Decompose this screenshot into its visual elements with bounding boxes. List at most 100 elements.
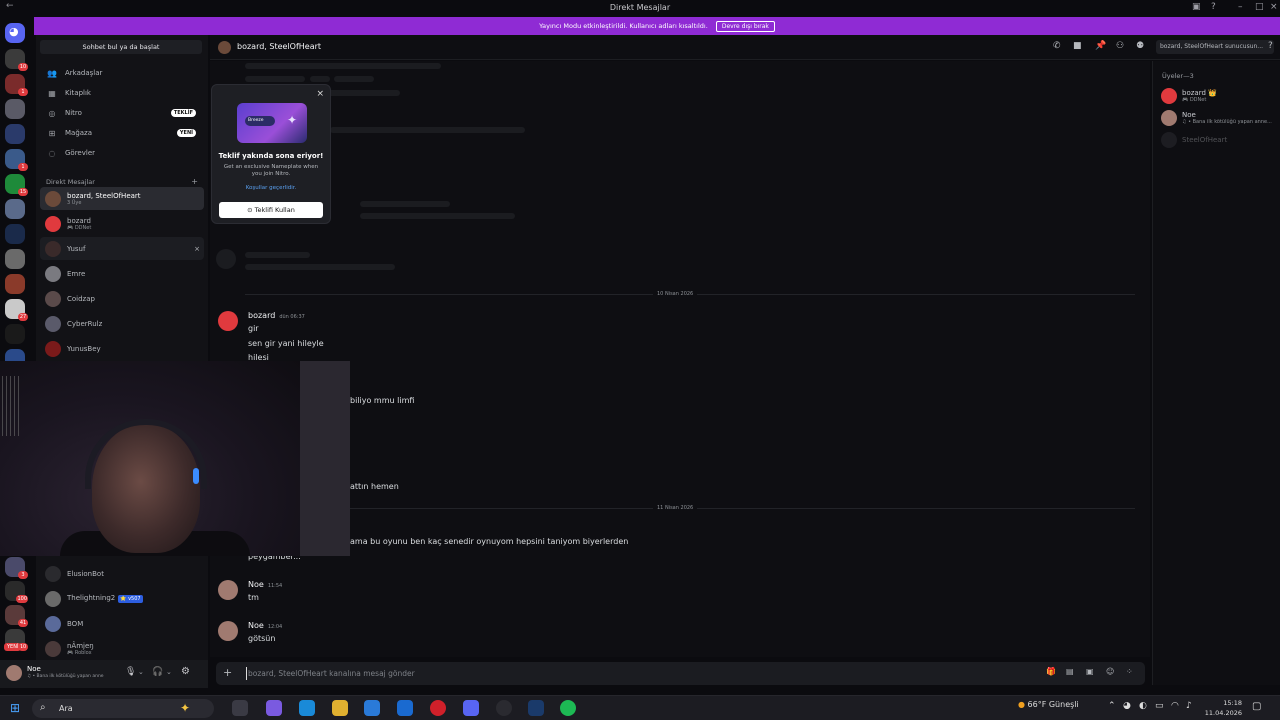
pinned-messages-icon[interactable]: 📌 xyxy=(1095,41,1106,51)
nav-item-3[interactable]: ⊞ Mağaza YENİ xyxy=(40,124,202,142)
emoji-icon[interactable]: ☺ xyxy=(1106,667,1114,676)
minimize-icon[interactable]: – xyxy=(1238,2,1243,12)
dm-item[interactable]: nÂmjeŋ 🎮 Roblox xyxy=(40,637,204,660)
terms-link[interactable]: Koşullar geçerlidir. xyxy=(212,185,330,191)
windows-start-icon[interactable]: ⊞ xyxy=(10,701,20,715)
voice-call-icon[interactable]: ✆ xyxy=(1053,41,1061,51)
tray-app-icon[interactable]: ◐ xyxy=(1139,701,1147,711)
add-friends-icon[interactable]: ⚇ xyxy=(1116,41,1124,51)
dm-item-subtitle: 🎮 DDNet xyxy=(67,224,92,231)
close-popup-icon[interactable]: × xyxy=(316,89,324,99)
dm-item[interactable]: YunusBey xyxy=(40,337,204,360)
server-icon[interactable] xyxy=(5,224,25,244)
taskbar-search[interactable]: ⌕ Ara ✦ xyxy=(32,699,214,718)
loading-skeleton xyxy=(245,76,305,82)
mail-icon[interactable] xyxy=(397,700,413,716)
help-icon[interactable]: ? xyxy=(1268,41,1273,51)
video-call-icon[interactable]: ■ xyxy=(1073,41,1082,51)
dm-item[interactable]: BOM xyxy=(40,612,204,635)
tray-wifi-icon[interactable]: ◠ xyxy=(1171,701,1179,711)
file-explorer-icon[interactable] xyxy=(332,700,348,716)
close-dm-icon[interactable]: × xyxy=(194,245,200,253)
member-item[interactable]: bozard 👑 🎮 DDNet xyxy=(1161,87,1217,105)
find-conversation-button[interactable]: Sohbet bul ya da başlat xyxy=(40,40,202,54)
server-icon[interactable]: 1 xyxy=(5,74,28,96)
server-icon[interactable] xyxy=(5,324,25,344)
apps-icon[interactable]: ⁘ xyxy=(1126,667,1133,676)
obs-icon[interactable] xyxy=(496,700,512,716)
inbox-icon[interactable]: ▣ xyxy=(1192,2,1201,12)
opera-icon[interactable] xyxy=(430,700,446,716)
message-author[interactable]: Noe xyxy=(248,580,264,589)
server-icon[interactable]: 10 xyxy=(5,49,28,71)
create-dm-icon[interactable]: + xyxy=(191,177,198,186)
server-icon[interactable]: 100 xyxy=(5,581,28,603)
gif-icon[interactable]: ▤ xyxy=(1066,667,1074,676)
server-icon[interactable] xyxy=(5,274,25,294)
headphones-chevron-icon[interactable]: ⌄ xyxy=(166,668,172,676)
nav-item-2[interactable]: ◎ Nitro TEKLİF xyxy=(40,104,202,122)
member-list-icon[interactable]: ⚉ xyxy=(1136,41,1144,51)
message-timestamp: 11:54 xyxy=(267,583,283,589)
message-avatar[interactable] xyxy=(218,311,238,331)
user-avatar[interactable] xyxy=(6,665,22,681)
notifications-icon[interactable]: ▢ xyxy=(1252,701,1261,712)
server-icon[interactable]: 1 xyxy=(5,149,28,171)
server-icon[interactable] xyxy=(5,124,25,144)
dm-item[interactable]: Emre xyxy=(40,262,204,285)
close-window-icon[interactable]: × xyxy=(1270,2,1278,12)
task-view-icon[interactable] xyxy=(232,700,248,716)
taskbar-clock[interactable]: 15:18 11.04.2026 xyxy=(1200,698,1242,718)
settings-gear-icon[interactable]: ⚙ xyxy=(181,666,190,677)
copilot-icon[interactable] xyxy=(266,700,282,716)
tray-discord-icon[interactable]: ◕ xyxy=(1123,701,1131,711)
maximize-icon[interactable]: □ xyxy=(1255,2,1264,12)
message-input[interactable]: bozard, SteelOfHeart kanalına mesaj gönd… xyxy=(248,669,415,678)
message-avatar[interactable] xyxy=(218,580,238,600)
disable-streamer-mode-button[interactable]: Devre dışı bırak xyxy=(715,21,775,32)
message-author[interactable]: Noe xyxy=(248,621,264,630)
chat-search-input[interactable]: bozard, SteelOfHeart sunucusun... xyxy=(1156,40,1274,54)
headphones-icon[interactable]: 🎧 xyxy=(152,667,163,677)
tray-volume-icon[interactable]: ♪ xyxy=(1186,701,1192,711)
server-icon[interactable] xyxy=(5,199,25,219)
tray-chevron-icon[interactable]: ⌃ xyxy=(1108,701,1116,711)
claim-offer-button[interactable]: ⊙ Teklifi Kullan xyxy=(219,202,323,218)
message-avatar[interactable] xyxy=(218,621,238,641)
dm-item[interactable]: CyberRulz xyxy=(40,312,204,335)
message-author[interactable]: bozard xyxy=(248,311,275,320)
server-icon[interactable]: 41 xyxy=(5,605,28,627)
server-icon[interactable] xyxy=(5,249,25,269)
tray-network-icon[interactable]: ▭ xyxy=(1155,701,1164,711)
discord-home-button[interactable]: ◕ xyxy=(5,23,25,43)
dm-item[interactable]: bozard 🎮 DDNet xyxy=(40,212,204,235)
gift-icon[interactable]: 🎁 xyxy=(1046,667,1056,676)
nav-item-4[interactable]: ◌ Görevler xyxy=(40,144,202,162)
server-icon[interactable]: 15 xyxy=(5,174,28,196)
dm-item[interactable]: ElusionBot xyxy=(40,562,204,585)
mic-chevron-icon[interactable]: ⌄ xyxy=(138,668,144,676)
weather-widget[interactable]: ● 66°F Güneşli xyxy=(1018,700,1079,709)
member-item[interactable]: SteelOfHeart xyxy=(1161,131,1227,149)
mic-icon[interactable]: 🎙 xyxy=(125,667,136,677)
attach-plus-icon[interactable]: + xyxy=(223,666,232,679)
nav-item-1[interactable]: ▦ Kitaplık xyxy=(40,84,202,102)
spotify-icon[interactable] xyxy=(560,700,576,716)
server-icon[interactable]: 3 xyxy=(5,557,28,579)
dm-item[interactable]: bozard, SteelOfHeart 3 Üye xyxy=(40,187,204,210)
edge-icon[interactable] xyxy=(299,700,315,716)
nav-item-label: Kitaplık xyxy=(65,89,91,97)
store-icon[interactable] xyxy=(364,700,380,716)
nav-item-0[interactable]: 👥 Arkadaşlar xyxy=(40,64,202,82)
dm-item[interactable]: Thelightning2 ⭐ v507 xyxy=(40,587,204,610)
dm-item[interactable]: Coidzap xyxy=(40,287,204,310)
member-item[interactable]: Noe ♫ • Bana ilk kötülüğü yapan anne... xyxy=(1161,109,1272,127)
steam-icon[interactable] xyxy=(528,700,544,716)
discord-icon[interactable] xyxy=(463,700,479,716)
server-icon[interactable]: 27 xyxy=(5,299,28,321)
dm-sidebar: Sohbet bul ya da başlat 👥 Arkadaşlar ▦ Kita… xyxy=(36,35,208,660)
help-icon[interactable]: ? xyxy=(1211,2,1216,12)
dm-item[interactable]: Yusuf × xyxy=(40,237,204,260)
server-icon[interactable] xyxy=(5,99,25,119)
sticker-icon[interactable]: ▣ xyxy=(1086,667,1094,676)
